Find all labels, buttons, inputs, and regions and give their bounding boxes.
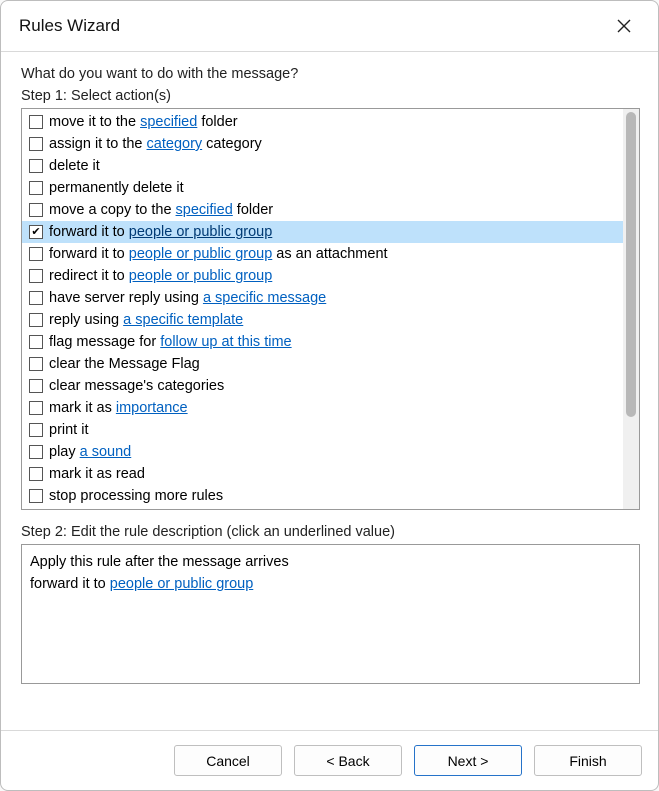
- close-button[interactable]: [606, 11, 642, 41]
- action-checkbox[interactable]: [29, 181, 43, 195]
- action-row[interactable]: clear the Message Flag: [22, 353, 623, 375]
- action-link[interactable]: a specific template: [123, 312, 243, 328]
- step1-label: Step 1: Select action(s): [21, 88, 640, 104]
- action-checkbox[interactable]: [29, 401, 43, 415]
- action-checkbox[interactable]: [29, 445, 43, 459]
- cancel-button[interactable]: Cancel: [174, 745, 282, 776]
- action-link[interactable]: specified: [140, 114, 197, 130]
- rules-wizard-window: Rules Wizard What do you want to do with…: [0, 0, 659, 791]
- next-button[interactable]: Next >: [414, 745, 522, 776]
- step2-label: Step 2: Edit the rule description (click…: [21, 524, 640, 540]
- action-label: forward it to people or public group as …: [49, 243, 388, 265]
- action-row[interactable]: mark it as read: [22, 463, 623, 485]
- content-area: What do you want to do with the message?…: [1, 52, 658, 730]
- action-checkbox[interactable]: [29, 269, 43, 283]
- action-label: clear message's categories: [49, 375, 224, 397]
- action-label: reply using a specific template: [49, 309, 243, 331]
- action-label: clear the Message Flag: [49, 353, 200, 375]
- button-bar: Cancel < Back Next > Finish: [1, 730, 658, 790]
- actions-list-inner: move it to the specified folderassign it…: [22, 109, 623, 509]
- action-link[interactable]: people or public group: [129, 246, 273, 262]
- action-checkbox[interactable]: [29, 203, 43, 217]
- action-link[interactable]: follow up at this time: [160, 334, 291, 350]
- action-row[interactable]: redirect it to people or public group: [22, 265, 623, 287]
- action-link[interactable]: a sound: [80, 444, 132, 460]
- action-label: have server reply using a specific messa…: [49, 287, 326, 309]
- action-row[interactable]: forward it to people or public group as …: [22, 243, 623, 265]
- actions-list: move it to the specified folderassign it…: [21, 108, 640, 510]
- action-label: stop processing more rules: [49, 485, 223, 507]
- action-row[interactable]: move a copy to the specified folder: [22, 199, 623, 221]
- description-line: forward it to people or public group: [30, 573, 631, 595]
- action-label: play a sound: [49, 441, 131, 463]
- action-link[interactable]: category: [147, 136, 203, 152]
- action-label: mark it as read: [49, 463, 145, 485]
- description-line: Apply this rule after the message arrive…: [30, 551, 631, 573]
- action-checkbox[interactable]: [29, 225, 43, 239]
- back-button[interactable]: < Back: [294, 745, 402, 776]
- action-row[interactable]: assign it to the category category: [22, 133, 623, 155]
- rule-description: Apply this rule after the message arrive…: [21, 544, 640, 684]
- action-label: flag message for follow up at this time: [49, 331, 292, 353]
- action-label: permanently delete it: [49, 177, 184, 199]
- action-row[interactable]: mark it as importance: [22, 397, 623, 419]
- prompt-text: What do you want to do with the message?: [21, 66, 640, 82]
- action-link[interactable]: specified: [176, 202, 233, 218]
- titlebar: Rules Wizard: [1, 1, 658, 52]
- action-checkbox[interactable]: [29, 137, 43, 151]
- action-checkbox[interactable]: [29, 357, 43, 371]
- action-link[interactable]: people or public group: [129, 224, 273, 240]
- action-label: delete it: [49, 155, 100, 177]
- window-title: Rules Wizard: [19, 16, 120, 36]
- action-link[interactable]: people or public group: [129, 268, 273, 284]
- action-row[interactable]: forward it to people or public group: [22, 221, 623, 243]
- action-checkbox[interactable]: [29, 291, 43, 305]
- action-row[interactable]: move it to the specified folder: [22, 111, 623, 133]
- action-checkbox[interactable]: [29, 313, 43, 327]
- action-row[interactable]: stop processing more rules: [22, 485, 623, 507]
- action-label: mark it as importance: [49, 397, 188, 419]
- action-checkbox[interactable]: [29, 335, 43, 349]
- action-label: forward it to people or public group: [49, 221, 272, 243]
- action-checkbox[interactable]: [29, 467, 43, 481]
- action-row[interactable]: reply using a specific template: [22, 309, 623, 331]
- action-checkbox[interactable]: [29, 159, 43, 173]
- action-row[interactable]: flag message for follow up at this time: [22, 331, 623, 353]
- action-label: move a copy to the specified folder: [49, 199, 273, 221]
- action-row[interactable]: clear message's categories: [22, 375, 623, 397]
- action-checkbox[interactable]: [29, 115, 43, 129]
- action-checkbox[interactable]: [29, 379, 43, 393]
- action-link[interactable]: a specific message: [203, 290, 326, 306]
- action-label: print it: [49, 419, 89, 441]
- close-icon: [617, 19, 631, 33]
- action-row[interactable]: delete it: [22, 155, 623, 177]
- action-checkbox[interactable]: [29, 247, 43, 261]
- action-label: move it to the specified folder: [49, 111, 238, 133]
- finish-button[interactable]: Finish: [534, 745, 642, 776]
- action-label: redirect it to people or public group: [49, 265, 272, 287]
- action-row[interactable]: play a sound: [22, 441, 623, 463]
- action-row[interactable]: permanently delete it: [22, 177, 623, 199]
- action-row[interactable]: have server reply using a specific messa…: [22, 287, 623, 309]
- scrollbar-thumb[interactable]: [626, 112, 636, 417]
- description-link[interactable]: people or public group: [110, 576, 254, 592]
- action-checkbox[interactable]: [29, 423, 43, 437]
- action-link[interactable]: importance: [116, 400, 188, 416]
- scrollbar[interactable]: [623, 109, 639, 509]
- action-row[interactable]: print it: [22, 419, 623, 441]
- action-checkbox[interactable]: [29, 489, 43, 503]
- action-label: assign it to the category category: [49, 133, 262, 155]
